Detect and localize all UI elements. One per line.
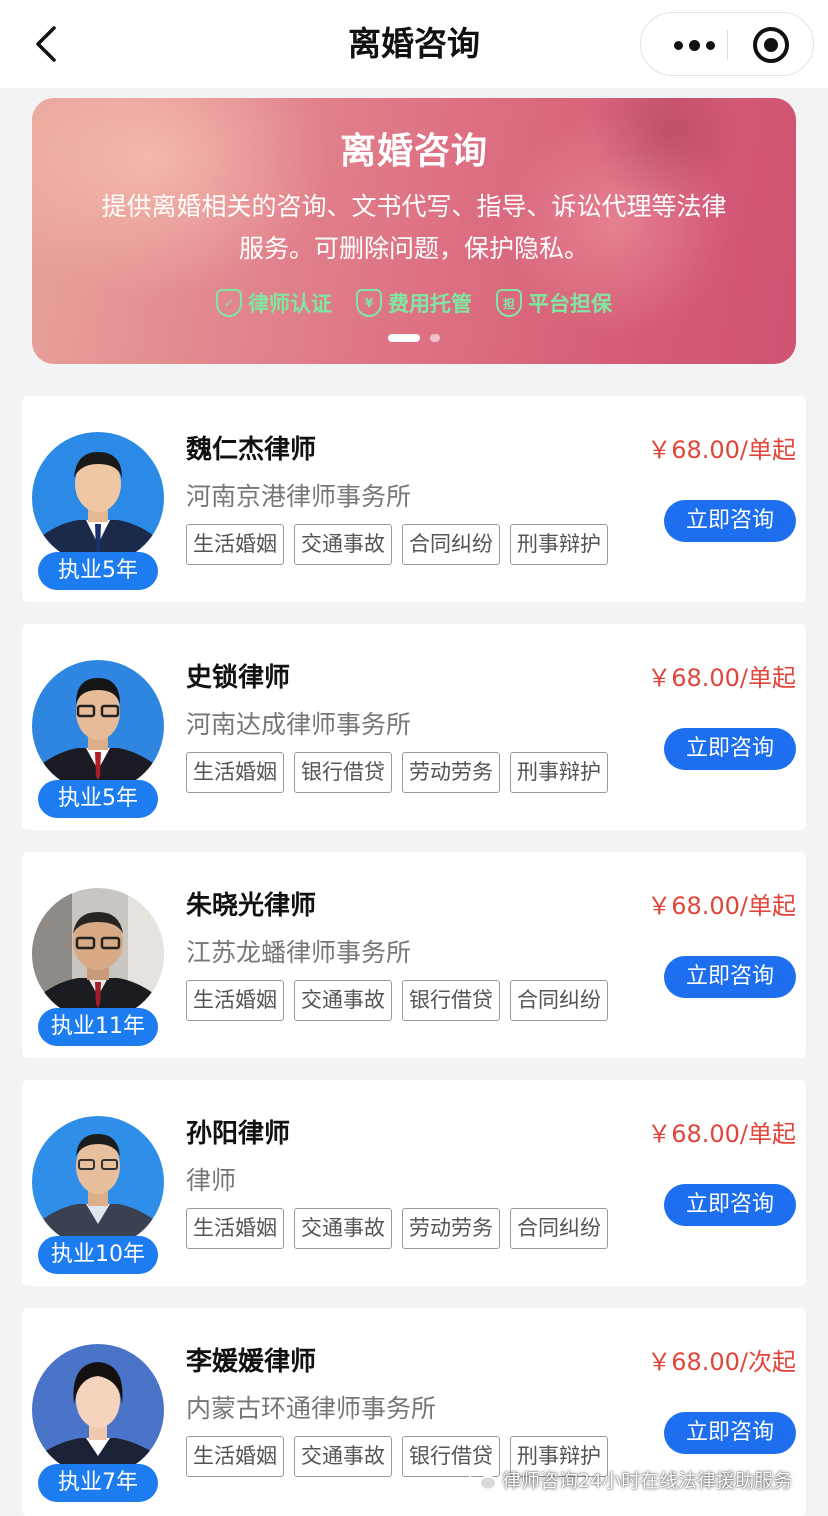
more-dot-icon — [705, 40, 715, 50]
more-dot-icon — [688, 39, 700, 51]
specialty-tag: 劳动劳务 — [402, 1208, 500, 1249]
badge-label: 平台担保 — [528, 292, 612, 316]
specialty-tag: 生活婚姻 — [186, 752, 284, 793]
carousel-indicator — [32, 334, 796, 342]
capsule-divider — [727, 30, 728, 60]
specialty-tag: 交通事故 — [294, 1208, 392, 1249]
consult-price: ￥68.00/单起 — [647, 892, 796, 920]
lawyer-name: 史锁律师 — [186, 663, 291, 693]
specialty-tag: 生活婚姻 — [186, 980, 284, 1021]
promo-banner[interactable]: 离婚咨询 提供离婚相关的咨询、文书代写、指导、诉讼代理等法律服务。可删除问题，保… — [32, 98, 796, 364]
specialty-tag: 刑事辩护 — [510, 752, 608, 793]
badge-lawyer-certified: ✓ 律师认证 — [216, 288, 332, 318]
consult-price: ￥68.00/次起 — [647, 1348, 796, 1376]
consult-now-button[interactable]: 立即咨询 — [664, 1184, 796, 1226]
specialty-tag: 交通事故 — [294, 524, 392, 565]
specialty-tag: 合同纠纷 — [510, 1208, 608, 1249]
specialty-tag: 合同纠纷 — [510, 980, 608, 1021]
guarantee-shield-icon: 担 — [496, 289, 522, 317]
lawyer-name: 朱晓光律师 — [186, 891, 317, 921]
avatar-wrap: 执业5年 — [32, 432, 164, 590]
experience-badge: 执业10年 — [38, 1236, 158, 1274]
avatar-wrap: 执业7年 — [32, 1344, 164, 1502]
lawyer-avatar — [32, 660, 164, 792]
lawyer-avatar — [32, 432, 164, 564]
specialty-tag: 银行借贷 — [402, 980, 500, 1021]
wechat-watermark: 律师咨询24小时在线法律援助服务 — [468, 1466, 792, 1493]
avatar-wrap: 执业10年 — [32, 1116, 164, 1274]
more-options-button[interactable] — [659, 23, 729, 67]
watermark-text: 律师咨询24小时在线法律援助服务 — [502, 1470, 793, 1492]
specialty-tag: 劳动劳务 — [402, 752, 500, 793]
experience-badge: 执业7年 — [38, 1464, 158, 1502]
lawyer-avatar — [32, 1344, 164, 1476]
nav-bar: 离婚咨询 — [0, 0, 828, 88]
lawyer-avatar — [32, 1116, 164, 1248]
badge-label: 费用托管 — [388, 292, 472, 316]
specialty-tags: 生活婚姻 银行借贷 劳动劳务 刑事辩护 — [186, 752, 608, 793]
lawyer-name: 魏仁杰律师 — [186, 435, 317, 465]
banner-title: 离婚咨询 — [339, 131, 488, 172]
lawyer-firm: 律师 — [186, 1166, 237, 1195]
specialty-tag: 合同纠纷 — [402, 524, 500, 565]
avatar-wrap: 执业5年 — [32, 660, 164, 818]
specialty-tag: 银行借贷 — [294, 752, 392, 793]
lawyer-name: 孙阳律师 — [186, 1119, 291, 1149]
lawyer-firm: 河南达成律师事务所 — [186, 710, 412, 739]
lawyer-firm: 河南京港律师事务所 — [186, 482, 412, 511]
badge-platform-guarantee: 担 平台担保 — [496, 288, 612, 318]
specialty-tag: 交通事故 — [294, 1436, 392, 1477]
lawyer-firm: 江苏龙蟠律师事务所 — [186, 938, 412, 967]
consult-price: ￥68.00/单起 — [647, 436, 796, 464]
experience-badge: 执业5年 — [38, 552, 158, 590]
banner-description: 提供离婚相关的咨询、文书代写、指导、诉讼代理等法律服务。可删除问题，保护隐私。 — [101, 192, 727, 263]
user-shield-icon: ¥ — [356, 289, 382, 317]
avatar-wrap: 执业11年 — [32, 888, 164, 1046]
badge-fee-escrow: ¥ 费用托管 — [356, 288, 472, 318]
experience-badge: 执业11年 — [38, 1008, 158, 1046]
lawyer-card[interactable]: 执业5年 魏仁杰律师 河南京港律师事务所 生活婚姻 交通事故 合同纠纷 刑事辩护… — [22, 396, 806, 602]
lawyer-card[interactable]: 执业10年 孙阳律师 律师 生活婚姻 交通事故 劳动劳务 合同纠纷 ￥68.00… — [22, 1080, 806, 1286]
lawyer-firm: 内蒙古环通律师事务所 — [186, 1394, 437, 1423]
lawyer-card[interactable]: 执业5年 史锁律师 河南达成律师事务所 生活婚姻 银行借贷 劳动劳务 刑事辩护 … — [22, 624, 806, 830]
lawyer-avatar — [32, 888, 164, 1020]
mini-program-capsule — [640, 12, 814, 76]
close-target-icon[interactable] — [753, 27, 789, 63]
specialty-tag: 生活婚姻 — [186, 1208, 284, 1249]
consult-price: ￥68.00/单起 — [647, 664, 796, 692]
experience-badge: 执业5年 — [38, 780, 158, 818]
specialty-tags: 生活婚姻 交通事故 合同纠纷 刑事辩护 — [186, 524, 608, 565]
consult-price: ￥68.00/单起 — [647, 1120, 796, 1148]
banner-badges: ✓ 律师认证 ¥ 费用托管 担 平台担保 — [32, 288, 796, 318]
specialty-tags: 生活婚姻 交通事故 银行借贷 合同纠纷 — [186, 980, 608, 1021]
specialty-tag: 刑事辩护 — [510, 524, 608, 565]
specialty-tag: 生活婚姻 — [186, 1436, 284, 1477]
lawyer-card[interactable]: 执业11年 朱晓光律师 江苏龙蟠律师事务所 生活婚姻 交通事故 银行借贷 合同纠… — [22, 852, 806, 1058]
specialty-tags: 生活婚姻 交通事故 劳动劳务 合同纠纷 — [186, 1208, 608, 1249]
more-dot-icon — [673, 40, 683, 50]
specialty-tag: 生活婚姻 — [186, 524, 284, 565]
specialty-tag: 交通事故 — [294, 980, 392, 1021]
carousel-dot-active[interactable] — [388, 334, 420, 342]
carousel-dot[interactable] — [430, 334, 440, 342]
consult-now-button[interactable]: 立即咨询 — [664, 500, 796, 542]
badge-label: 律师认证 — [248, 292, 332, 316]
shield-check-icon: ✓ — [216, 289, 242, 317]
consult-now-button[interactable]: 立即咨询 — [664, 1412, 796, 1454]
consult-now-button[interactable]: 立即咨询 — [664, 956, 796, 998]
wechat-logo-icon — [469, 1468, 497, 1490]
lawyer-name: 李媛媛律师 — [186, 1347, 317, 1377]
consult-now-button[interactable]: 立即咨询 — [664, 728, 796, 770]
